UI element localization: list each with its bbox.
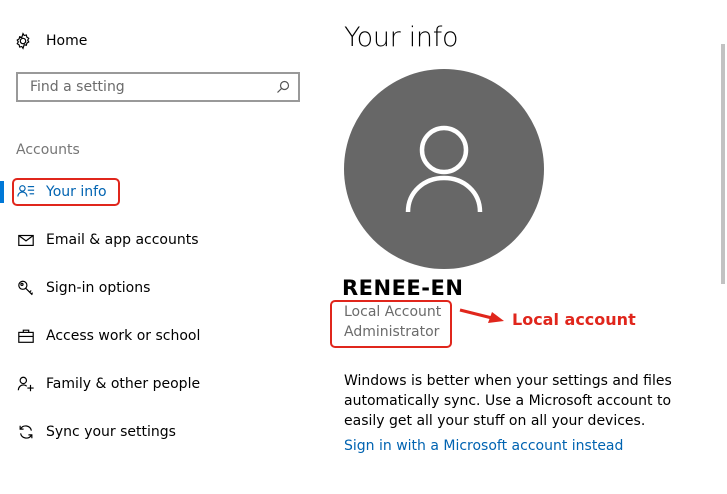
search-input[interactable] [28, 78, 276, 96]
briefcase-icon [16, 326, 36, 346]
page-title: Your info [344, 22, 459, 53]
sidebar-item-label: Email & app accounts [46, 232, 199, 248]
sidebar-item-label: Sign-in options [46, 280, 151, 296]
section-title: Accounts [16, 142, 80, 158]
sidebar-item-label: Access work or school [46, 328, 201, 344]
scrollbar-thumb[interactable] [721, 44, 725, 284]
sidebar-item-email-app-accounts[interactable]: Email & app accounts [16, 226, 199, 254]
sync-info-text: Windows is better when your settings and… [344, 373, 672, 429]
annotation-arrow-icon [459, 308, 504, 323]
sync-icon [16, 422, 36, 442]
sidebar-item-access-work-school[interactable]: Access work or school [16, 322, 200, 350]
avatar[interactable] [344, 69, 544, 269]
annotation-label: Local account [512, 310, 636, 329]
search-box[interactable] [16, 72, 300, 102]
gear-icon [16, 32, 30, 50]
sidebar-item-sync-settings[interactable]: Sync your settings [16, 418, 176, 446]
account-highlight-outline [330, 300, 452, 348]
search-icon[interactable] [276, 80, 290, 94]
scrollbar[interactable] [717, 0, 727, 494]
user-name: RENEE-EN [342, 276, 464, 300]
microsoft-sign-in-link[interactable]: Sign in with a Microsoft account instead [344, 438, 623, 454]
key-icon [16, 278, 36, 298]
person-icon [405, 125, 483, 213]
selection-indicator [0, 181, 4, 203]
person-add-icon [16, 374, 36, 394]
highlight-outline [12, 178, 120, 206]
home-label: Home [46, 33, 88, 49]
settings-window: Home Accounts Your info Email & a [0, 0, 727, 494]
home-button[interactable]: Home [14, 30, 87, 52]
sidebar-item-label: Sync your settings [46, 424, 176, 440]
sidebar-item-sign-in-options[interactable]: Sign-in options [16, 274, 150, 302]
mail-icon [16, 230, 36, 250]
sidebar-item-family-other-people[interactable]: Family & other people [16, 370, 200, 398]
sidebar-item-label: Family & other people [46, 376, 201, 392]
